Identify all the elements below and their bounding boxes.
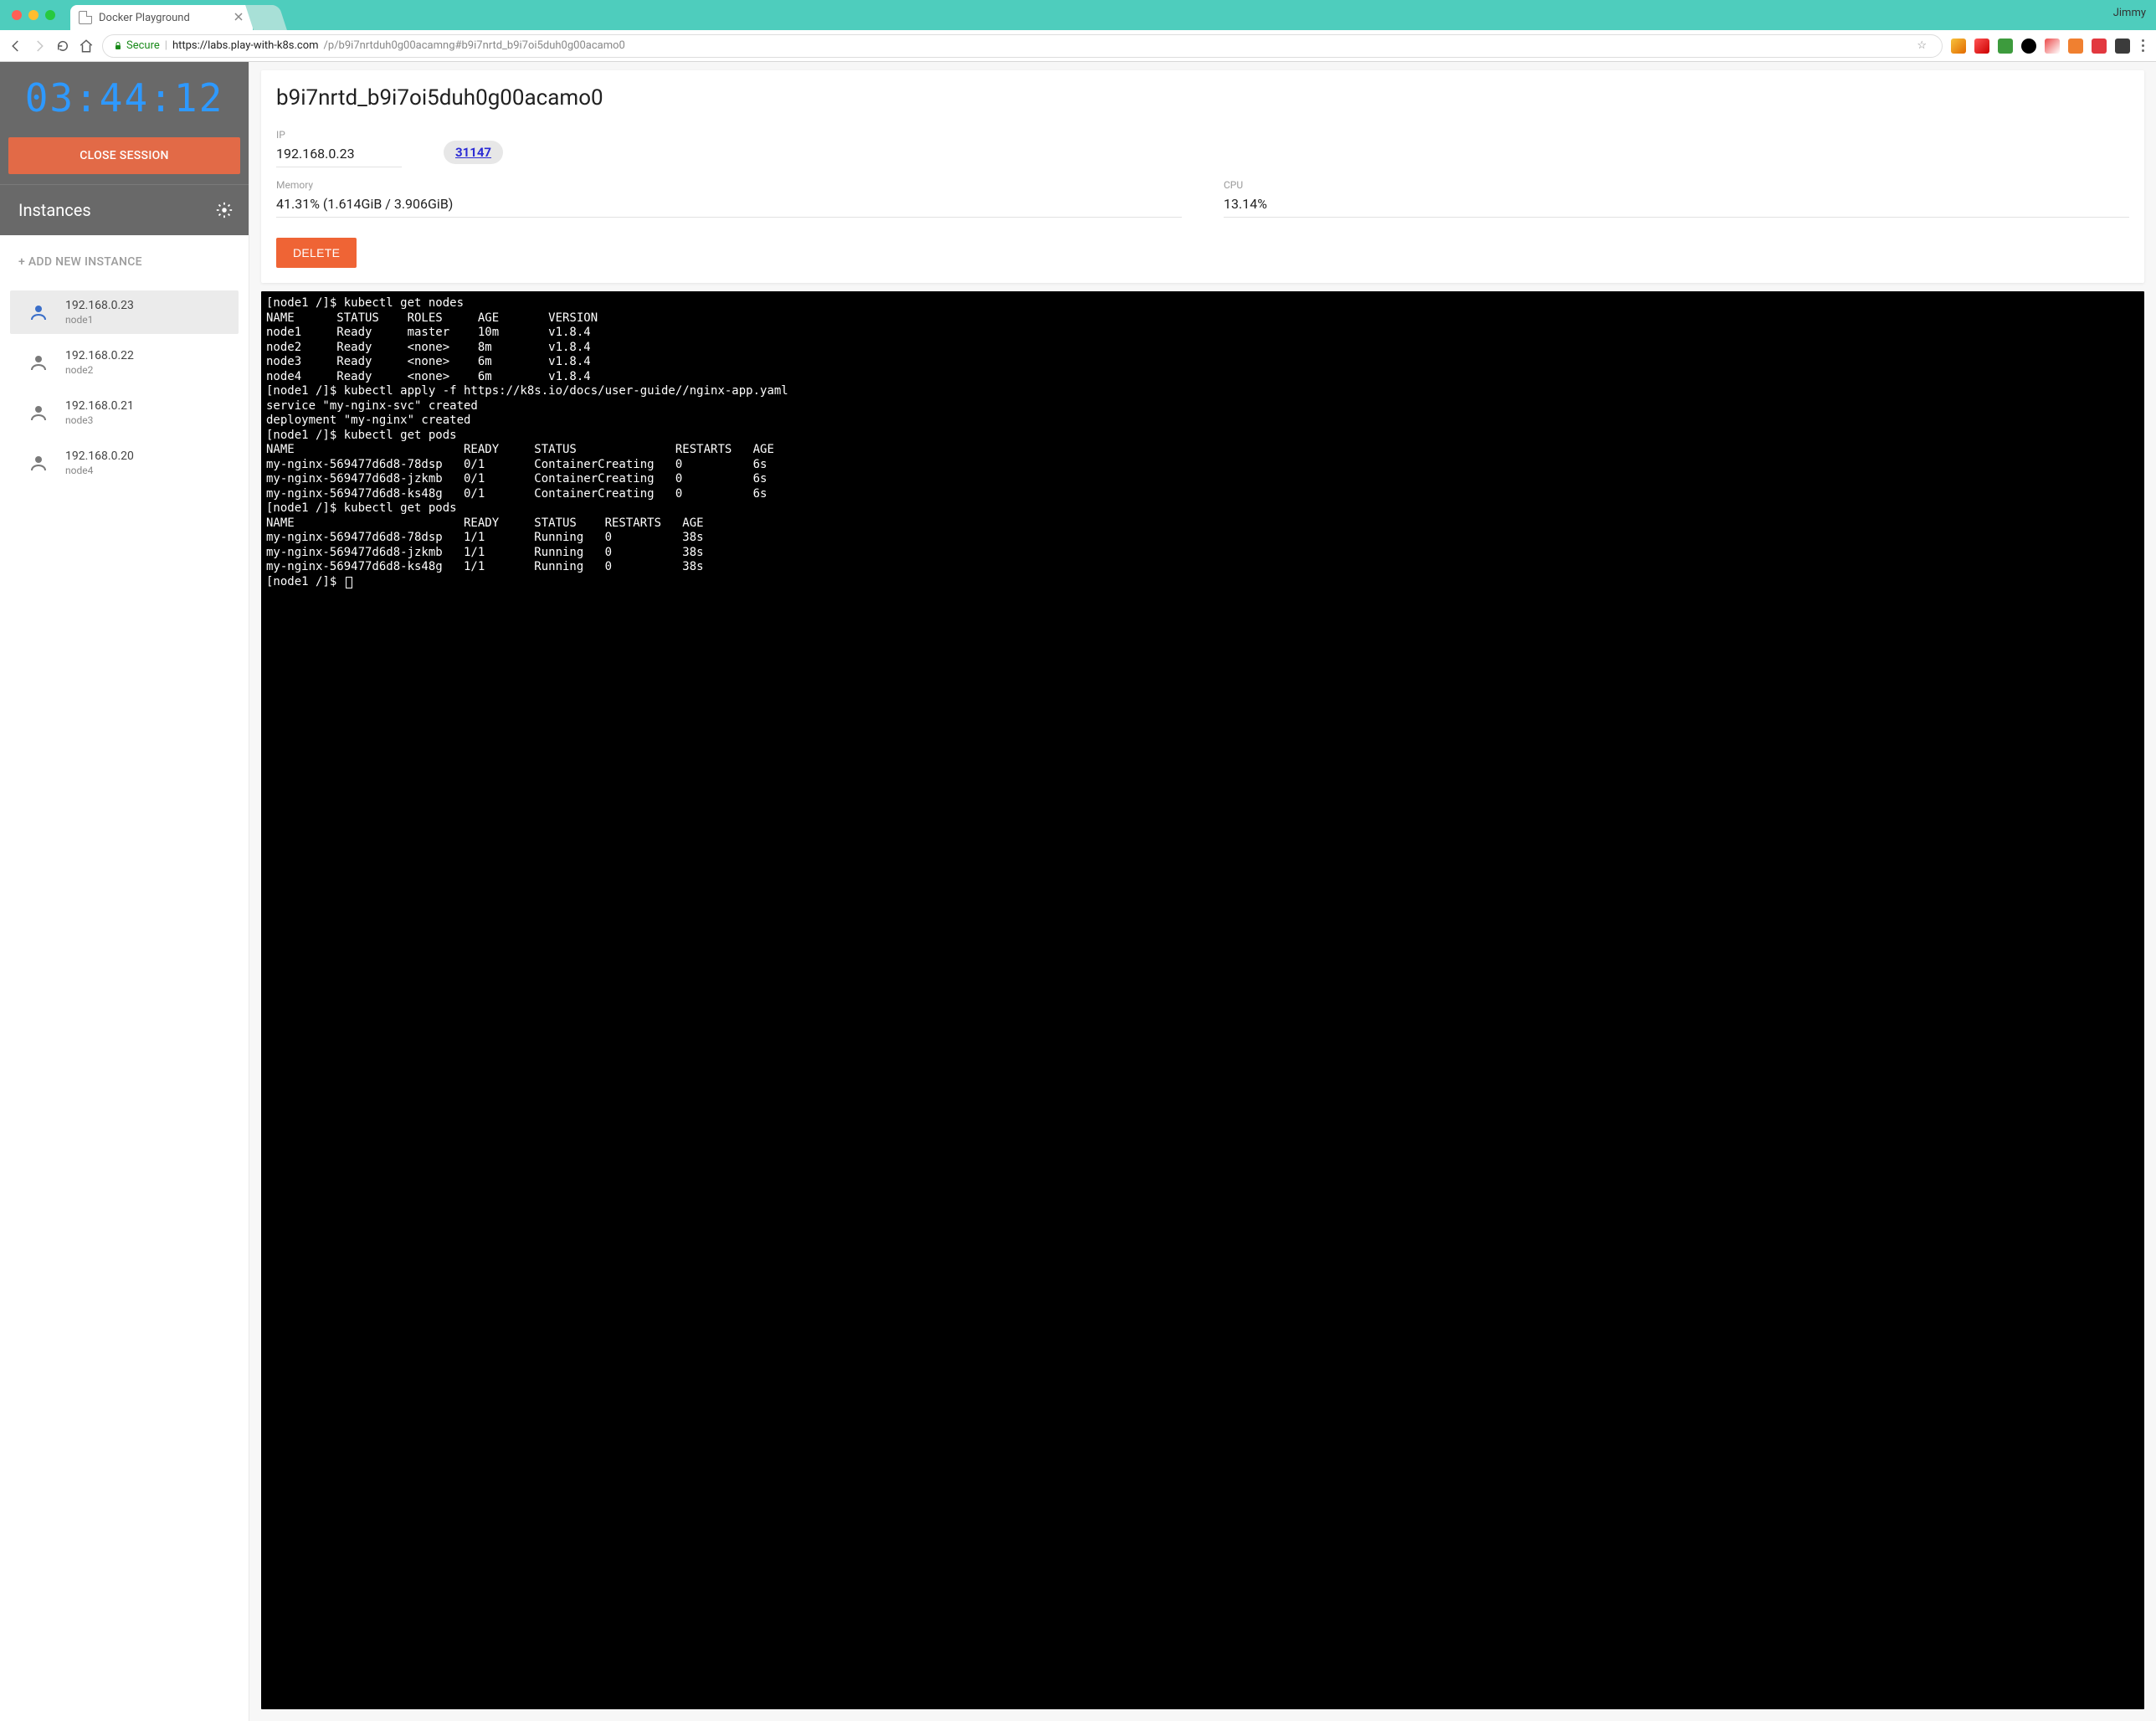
person-icon [28, 453, 49, 473]
instance-item-node1[interactable]: 192.168.0.23 node1 [10, 290, 239, 334]
window-zoom-dot[interactable] [45, 10, 55, 20]
close-tab-icon[interactable] [233, 11, 244, 23]
url-path: /p/b9i7nrtduh0g00acamng#b9i7nrtd_b9i7oi5… [324, 39, 625, 52]
app-root: 03:44:12 CLOSE SESSION Instances + ADD N… [0, 62, 2156, 1721]
extension-icon-6[interactable] [2068, 39, 2083, 54]
close-session-button[interactable]: CLOSE SESSION [8, 137, 240, 174]
file-icon [79, 11, 92, 24]
browser-profile-name[interactable]: Jimmy [2113, 7, 2146, 19]
browser-tab[interactable]: Docker Playground [70, 5, 253, 30]
person-icon [28, 302, 49, 322]
forward-icon[interactable] [32, 39, 47, 54]
home-icon[interactable] [79, 39, 94, 54]
instance-ip: 192.168.0.22 [65, 349, 134, 362]
extension-icon-7[interactable] [2092, 39, 2107, 54]
node-title: b9i7nrtd_b9i7oi5duh0g00acamo0 [276, 85, 2129, 110]
ip-value: 192.168.0.23 [276, 146, 402, 167]
tab-title: Docker Playground [99, 12, 190, 24]
lock-icon [113, 41, 123, 51]
ip-label: IP [276, 129, 402, 141]
person-icon [28, 352, 49, 372]
delete-button[interactable]: DELETE [276, 238, 357, 268]
cpu-value: 13.14% [1224, 196, 2129, 218]
extension-icon-5[interactable] [2045, 39, 2060, 54]
secure-badge: Secure [113, 39, 160, 52]
session-timer: 03:44:12 [0, 62, 249, 129]
extension-icon-4[interactable] [2021, 39, 2036, 54]
extension-icons [1951, 39, 2148, 54]
reload-icon[interactable] [55, 39, 70, 54]
instance-item-node3[interactable]: 192.168.0.21node3 [10, 391, 239, 434]
instance-ip: 192.168.0.23 [65, 299, 134, 312]
memory-value: 41.31% (1.614GiB / 3.906GiB) [276, 196, 1182, 218]
window-traffic-lights [12, 10, 55, 20]
secure-label: Secure [126, 39, 160, 52]
sidebar: 03:44:12 CLOSE SESSION Instances + ADD N… [0, 62, 249, 1721]
extension-icon-3[interactable] [1998, 39, 2013, 54]
person-icon [28, 403, 49, 423]
memory-label: Memory [276, 179, 1182, 191]
gear-icon[interactable] [215, 201, 234, 219]
url-host: https://labs.play-with-k8s.com [172, 39, 319, 52]
back-icon[interactable] [8, 39, 23, 54]
address-bar[interactable]: Secure | https://labs.play-with-k8s.com/… [102, 34, 1943, 58]
inactive-tab-hint [245, 5, 287, 30]
instance-item-node4[interactable]: 192.168.0.20 node4 [10, 441, 239, 485]
instance-name: node3 [65, 414, 134, 426]
instance-name: node1 [65, 314, 134, 326]
instance-ip: 192.168.0.20 [65, 450, 134, 463]
browser-titlebar: Docker Playground Jimmy [0, 0, 2156, 30]
extension-icon-1[interactable] [1951, 39, 1966, 54]
window-minimize-dot[interactable] [28, 10, 38, 20]
bookmark-star-icon[interactable]: ☆ [1917, 39, 1927, 52]
instance-name: node2 [65, 364, 134, 376]
instance-ip: 192.168.0.21 [65, 399, 134, 413]
instance-list: 192.168.0.23node1192.168.0.22node2192.16… [0, 287, 249, 488]
browser-menu-icon[interactable] [2138, 39, 2148, 52]
instance-item-node2[interactable]: 192.168.0.22 node2 [10, 341, 239, 384]
window-close-dot[interactable] [12, 10, 22, 20]
terminal[interactable]: [node1 /]$ kubectl get nodes NAME STATUS… [261, 291, 2144, 1709]
add-instance-button[interactable]: + ADD NEW INSTANCE [0, 235, 249, 287]
timer-block: 03:44:12 CLOSE SESSION [0, 62, 249, 184]
port-badge[interactable]: 31147 [444, 141, 503, 164]
extension-icon-8[interactable] [2115, 39, 2130, 54]
instance-name: node4 [65, 465, 134, 476]
instances-header: Instances [0, 184, 249, 235]
instances-label: Instances [18, 200, 91, 220]
cpu-label: CPU [1224, 179, 2129, 191]
terminal-cursor [346, 577, 352, 588]
main-content: b9i7nrtd_b9i7oi5duh0g00acamo0 IP 192.168… [249, 62, 2156, 1721]
extension-icon-2[interactable] [1974, 39, 1989, 54]
node-details-card: b9i7nrtd_b9i7oi5duh0g00acamo0 IP 192.168… [261, 70, 2144, 283]
browser-toolbar: Secure | https://labs.play-with-k8s.com/… [0, 30, 2156, 62]
